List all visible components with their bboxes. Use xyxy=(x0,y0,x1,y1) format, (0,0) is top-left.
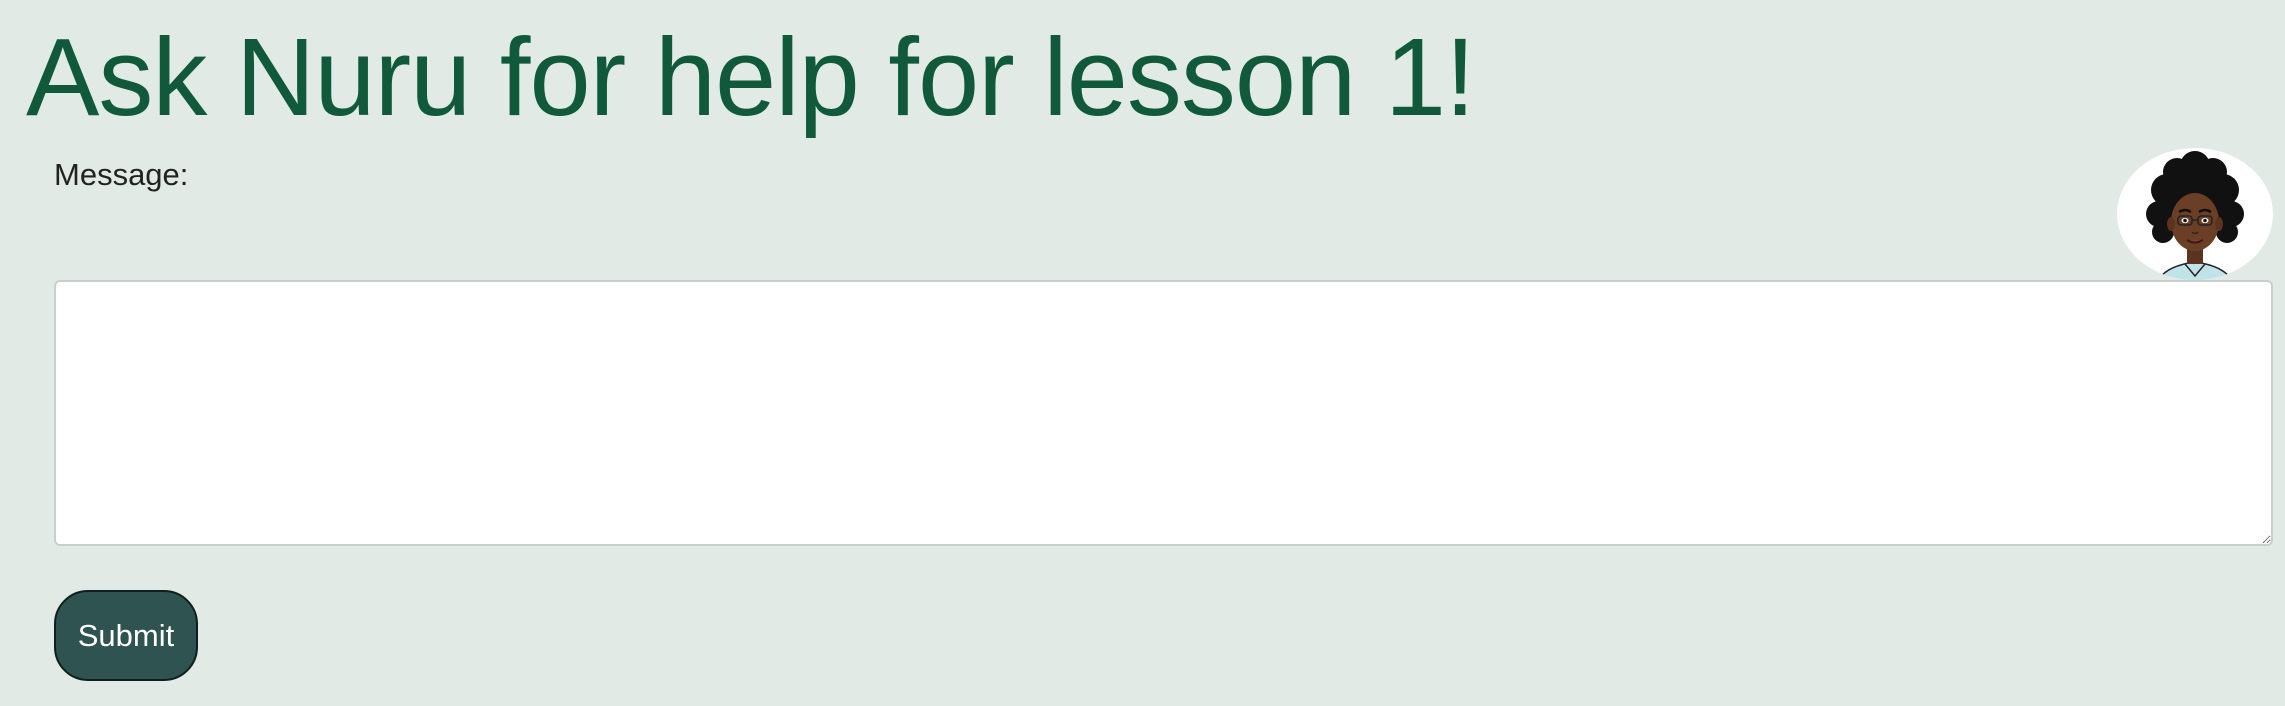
page-title: Ask Nuru for help for lesson 1! xyxy=(26,16,1476,139)
message-label: Message: xyxy=(54,157,189,192)
submit-button[interactable]: Submit xyxy=(54,590,198,681)
message-textarea[interactable] xyxy=(54,280,2273,546)
page: Ask Nuru for help for lesson 1! Message: xyxy=(0,0,2285,706)
avatar-icon xyxy=(2117,148,2273,280)
